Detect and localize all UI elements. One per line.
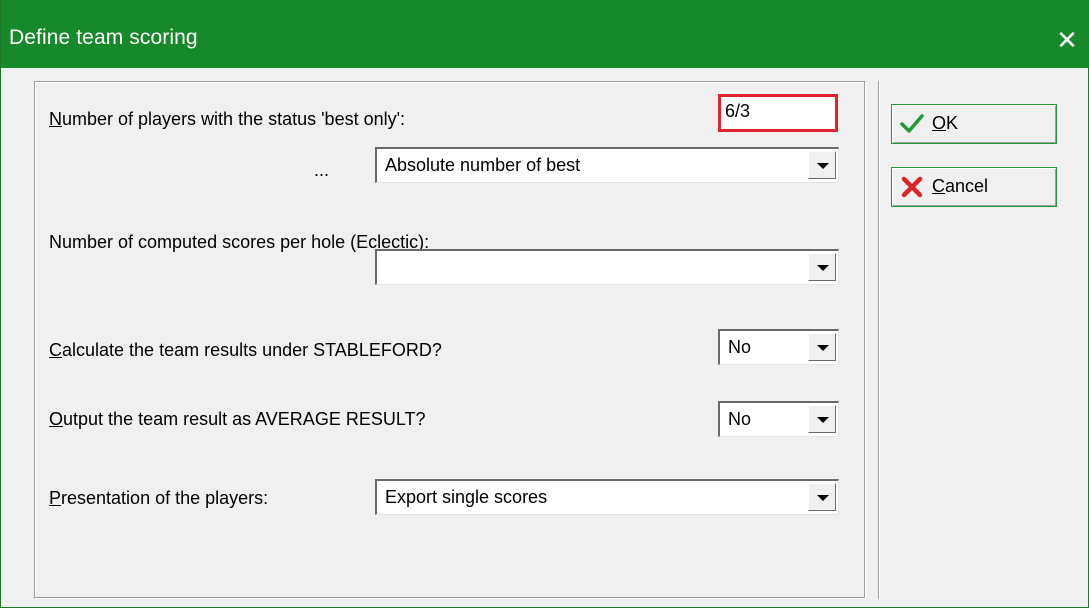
dialog-content: Number of players with the status 'best … (7, 68, 1084, 602)
average-dropdown-button[interactable] (808, 405, 836, 433)
best-mode-dropdown-button[interactable] (808, 151, 836, 179)
ok-label: OK (932, 113, 959, 133)
eclectic-select[interactable] (375, 249, 839, 285)
chevron-down-icon (817, 265, 829, 271)
average-value: No (728, 409, 752, 429)
dialog-window: Define team scoring ✕ Number of players … (0, 0, 1089, 608)
close-button[interactable]: ✕ (1044, 20, 1089, 60)
ellipsis-label: ... (314, 160, 330, 180)
close-icon: ✕ (1056, 25, 1078, 55)
chevron-down-icon (817, 417, 829, 423)
stableford-label: Calculate the team results under STABLEF… (49, 340, 442, 360)
cancel-label: Cancel (932, 176, 989, 196)
ok-button[interactable]: OK (891, 104, 1057, 144)
presentation-label: Presentation of the players: (49, 488, 269, 508)
best-only-value: 6/3 (725, 101, 751, 121)
best-only-input[interactable]: 6/3 (718, 94, 838, 132)
separator (878, 81, 880, 599)
presentation-select[interactable]: Export single scores (375, 479, 839, 515)
cancel-button[interactable]: Cancel (891, 167, 1057, 207)
check-icon (900, 114, 924, 133)
eclectic-dropdown-button[interactable] (808, 253, 836, 281)
stableford-dropdown-button[interactable] (808, 333, 836, 361)
presentation-dropdown-button[interactable] (808, 483, 836, 511)
best-mode-select[interactable]: Absolute number of best (375, 147, 839, 183)
window-title: Define team scoring (9, 26, 198, 49)
x-icon (901, 176, 923, 198)
best-only-label: Number of players with the status 'best … (49, 109, 406, 129)
title-bar: Define team scoring ✕ (1, 0, 1089, 68)
stableford-value: No (728, 337, 752, 357)
chevron-down-icon (817, 345, 829, 351)
eclectic-label: Number of computed scores per hole (Ecle… (49, 232, 430, 252)
stableford-select[interactable]: No (718, 329, 839, 365)
average-label: Output the team result as AVERAGE RESULT… (49, 409, 426, 429)
chevron-down-icon (817, 163, 829, 169)
average-select[interactable]: No (718, 401, 839, 437)
best-mode-value: Absolute number of best (385, 155, 581, 175)
chevron-down-icon (817, 495, 829, 501)
presentation-value: Export single scores (385, 487, 548, 507)
